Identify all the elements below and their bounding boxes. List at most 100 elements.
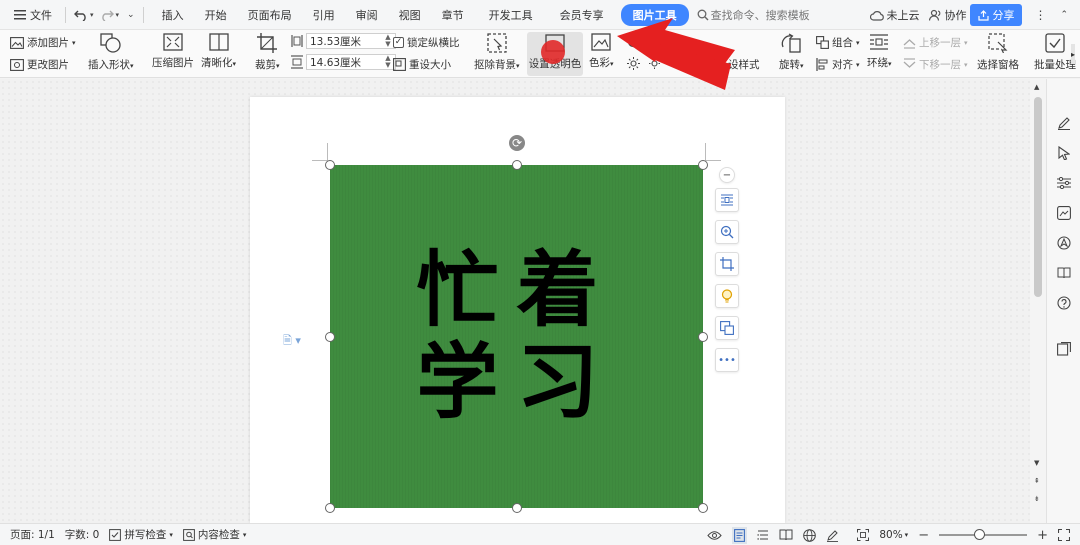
scrollbar-thumb[interactable] [1034, 97, 1042, 297]
zoom-in-status-icon[interactable]: + [1037, 528, 1048, 543]
layout-options-button[interactable] [715, 188, 739, 212]
selected-picture[interactable]: 忙着 学习 [330, 165, 703, 508]
tab-insert[interactable]: 插入 [148, 7, 193, 23]
crop-float-button[interactable] [715, 252, 739, 276]
resize-handle-top-right[interactable] [698, 160, 708, 170]
lock-ratio-checkbox[interactable]: ✓ 锁定纵横比 [393, 35, 460, 50]
tab-review[interactable]: 审阅 [344, 7, 387, 23]
customize-toolbar-icon[interactable]: ⌄ [127, 10, 135, 20]
rotate-handle[interactable]: ⟳ [509, 135, 525, 151]
write-mode-icon[interactable] [826, 529, 839, 542]
tab-chapter[interactable]: 章节 [430, 7, 473, 23]
zoom-level[interactable]: 80% ▾ [879, 529, 908, 541]
fit-page-icon[interactable] [857, 529, 870, 541]
tab-references[interactable]: 引用 [301, 7, 344, 23]
tab-member[interactable]: 会员专享 [542, 7, 613, 23]
reset-size-button[interactable]: 重设大小 [393, 57, 451, 72]
help-icon[interactable] [1056, 295, 1072, 311]
sharpen-button[interactable]: 清晰化▾ [201, 33, 236, 70]
height-icon [291, 55, 303, 69]
zoom-picture-button[interactable] [715, 220, 739, 244]
width-down-icon[interactable]: ▼ [384, 41, 392, 48]
pointer-icon[interactable] [1056, 145, 1072, 161]
smart-tip-button[interactable] [715, 284, 739, 308]
navigation-icon[interactable] [1056, 235, 1072, 251]
collapse-ribbon-icon[interactable]: ⌃ [1060, 10, 1068, 20]
collapse-float-button[interactable]: − [719, 167, 735, 183]
word-count[interactable]: 字数: 0 [65, 527, 100, 542]
redo-dropdown-icon[interactable]: ▾ [116, 11, 120, 19]
height-input[interactable]: 14.63厘米 ▲ ▼ [306, 54, 396, 70]
width-field[interactable]: 13.53厘米 ▲ ▼ [291, 33, 396, 49]
height-down-icon[interactable]: ▼ [384, 62, 392, 69]
picture-edit-icon[interactable] [1056, 205, 1072, 221]
share-button[interactable]: 分享 [970, 4, 1023, 26]
crop-button[interactable]: 裁剪▾ [255, 33, 280, 72]
resize-handle-left[interactable] [325, 332, 335, 342]
resize-handle-bottom-right[interactable] [698, 503, 708, 513]
resize-handle-top-left[interactable] [325, 160, 335, 170]
adjust-sliders-icon[interactable] [1056, 175, 1072, 191]
batch-process-button[interactable]: 批量处理 [1034, 33, 1076, 72]
group-icon [816, 36, 829, 49]
height-field[interactable]: 14.63厘米 ▲ ▼ [291, 54, 396, 70]
layout-anchor-icon[interactable]: 🗎 ▾ [283, 332, 301, 351]
ribbon-scroll-right-icon[interactable]: ▸ [1071, 44, 1076, 64]
zoom-slider[interactable] [939, 529, 1028, 540]
page-view-icon[interactable] [732, 526, 748, 544]
picture-to-text-button[interactable] [715, 316, 739, 340]
fullscreen-icon[interactable] [1058, 529, 1070, 541]
eye-protection-icon[interactable] [707, 530, 722, 541]
insert-shape-button[interactable]: 插入形状▾ [88, 33, 134, 72]
resize-handle-right[interactable] [698, 332, 708, 342]
collab-label[interactable]: 协作 [944, 7, 966, 23]
resize-handle-bottom-left[interactable] [325, 503, 335, 513]
scroll-up-icon[interactable]: ▲ [1034, 83, 1039, 91]
tab-view[interactable]: 视图 [387, 7, 430, 23]
more-vertical-icon[interactable]: ⋮ [1034, 8, 1046, 22]
spell-check-button[interactable]: 拼写检查 ▾ [109, 527, 173, 542]
rotate-button[interactable]: 旋转▾ [779, 33, 804, 72]
cloud-status[interactable]: 未上云 [886, 7, 919, 23]
collab-icon[interactable] [929, 9, 942, 21]
tab-developer[interactable]: 开发工具 [473, 7, 542, 23]
send-backward-button[interactable]: 下移一层 ▾ [903, 57, 968, 72]
group-button[interactable]: 组合 ▾ [816, 35, 860, 50]
add-picture-button[interactable]: 添加图片 ▾ [10, 35, 76, 50]
more-options-button[interactable]: ••• [715, 348, 739, 372]
book-icon[interactable] [1056, 265, 1072, 281]
cloud-icon[interactable] [870, 10, 885, 21]
pen-icon[interactable] [1056, 115, 1072, 131]
share-pane-icon[interactable] [1056, 341, 1072, 357]
page-down-icon[interactable]: ⇟ [1034, 495, 1040, 503]
content-check-button[interactable]: 内容检查 ▾ [182, 527, 246, 542]
width-input[interactable]: 13.53厘米 ▲ ▼ [306, 33, 396, 49]
web-view-icon[interactable] [803, 528, 817, 542]
redo-icon[interactable] [100, 9, 114, 21]
wrap-button[interactable]: 环绕▾ [867, 33, 892, 70]
bring-forward-button[interactable]: 上移一层 ▾ [903, 35, 968, 50]
vertical-scrollbar[interactable]: ▲ ▼ ⇞ ⇟ [1030, 79, 1046, 523]
tab-home[interactable]: 开始 [193, 7, 236, 23]
page-up-icon[interactable]: ⇞ [1034, 477, 1040, 485]
page-indicator[interactable]: 页面: 1/1 [10, 527, 55, 542]
compress-picture-button[interactable]: 压缩图片 [152, 33, 194, 70]
zoom-out-icon[interactable]: − [918, 528, 929, 543]
selection-pane-button[interactable]: 选择窗格 [977, 33, 1019, 72]
file-menu[interactable]: 文件 [0, 7, 61, 23]
align-button[interactable]: 对齐 ▾ [816, 57, 860, 72]
undo-icon[interactable] [74, 9, 88, 21]
remove-background-button[interactable]: 抠除背景▾ [474, 33, 520, 72]
change-picture-label: 更改图片 [27, 59, 69, 71]
scroll-down-icon[interactable]: ▼ [1034, 459, 1039, 467]
outline-view-icon[interactable] [757, 529, 769, 541]
resize-handle-top[interactable] [512, 160, 522, 170]
color-button[interactable]: 色彩▾ [589, 33, 614, 70]
change-picture-button[interactable]: 更改图片 [10, 57, 69, 72]
document-page[interactable]: ⟳ 忙着 学习 🗎 ▾ − ••• [250, 97, 785, 523]
undo-dropdown-icon[interactable]: ▾ [90, 11, 94, 19]
reading-view-icon[interactable] [779, 529, 793, 541]
resize-handle-bottom[interactable] [512, 503, 522, 513]
tab-page-layout[interactable]: 页面布局 [236, 7, 301, 23]
zoom-slider-handle[interactable] [973, 529, 985, 540]
